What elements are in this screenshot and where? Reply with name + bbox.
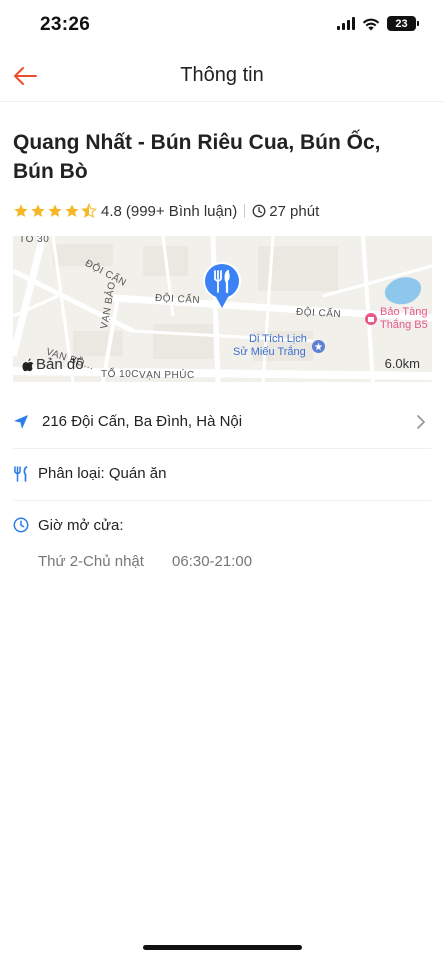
divider (13, 500, 431, 501)
fork-knife-icon (14, 466, 28, 482)
star-icon (14, 204, 28, 217)
nav-bar: Thông tin (0, 52, 444, 102)
divider (13, 448, 431, 449)
rating-stars (13, 203, 97, 219)
apple-logo-icon (22, 358, 34, 371)
category-row: Phân loại: Quán ăn (0, 457, 444, 491)
clock-icon (13, 517, 29, 533)
divider (244, 204, 246, 218)
chevron-right-icon (417, 415, 425, 429)
rating-value: 4.8 (101, 202, 122, 220)
review-count[interactable]: (999+ Bình luận) (126, 203, 237, 220)
landmark-icon (312, 340, 325, 353)
cellular-signal-icon (337, 17, 355, 30)
wifi-icon (362, 18, 380, 30)
opening-hours-row: Giờ mở cửa: (0, 508, 444, 542)
star-icon (65, 204, 79, 217)
rating-row: 4.8 (999+ Bình luận) 27 phút (13, 201, 319, 221)
star-icon (48, 204, 62, 217)
map-street-label: VẠN PHÚC (139, 370, 195, 381)
hours-day-range: Thứ 2-Chủ nhật (38, 553, 144, 570)
restaurant-pin-icon[interactable] (201, 260, 243, 310)
poi-label-temple[interactable]: Di Tích Lịch Sử Miếu Trắng (233, 333, 307, 359)
map-street-label: TÔ 30 (19, 236, 50, 245)
location-arrow-icon (14, 415, 28, 429)
address-row[interactable]: 216 Đội Cấn, Ba Đình, Hà Nội (0, 405, 444, 439)
status-time: 23:26 (40, 14, 91, 35)
page-title: Thông tin (180, 64, 264, 86)
map-street-label: ĐỘI CẤN (295, 306, 342, 321)
star-icon (31, 204, 45, 217)
category-text: Phân loại: Quán ăn (38, 465, 167, 482)
address-text: 216 Đội Cấn, Ba Đình, Hà Nội (42, 413, 243, 430)
location-map[interactable]: TÔ 30 ĐỘI CẤN ĐỘI CẤN ĐỘI CẤN VẠN BẢO VA… (13, 236, 432, 382)
status-icons: 23 (337, 16, 419, 31)
museum-icon (365, 313, 377, 325)
delivery-time: 27 phút (269, 202, 320, 220)
shop-name: Quang Nhất - Bún Riêu Cua, Bún Ốc, Bún B… (13, 131, 381, 183)
map-street-label: ĐỘI CẤN (154, 292, 201, 307)
hours-time-range: 06:30-21:00 (172, 553, 253, 570)
battery-icon: 23 (387, 16, 419, 31)
poi-label-museum[interactable]: Bảo Tàng Thắng B5 (380, 306, 428, 332)
clock-icon (252, 204, 266, 218)
half-star-icon (81, 203, 97, 219)
map-street-label: TỔ 10C (101, 369, 140, 380)
opening-hours-label: Giờ mở cửa: (38, 517, 124, 534)
status-bar: 23:26 23 (0, 0, 444, 50)
map-logo: Bản đồ (22, 356, 84, 373)
map-scale: 6.0km (384, 356, 420, 371)
home-indicator (143, 945, 302, 950)
